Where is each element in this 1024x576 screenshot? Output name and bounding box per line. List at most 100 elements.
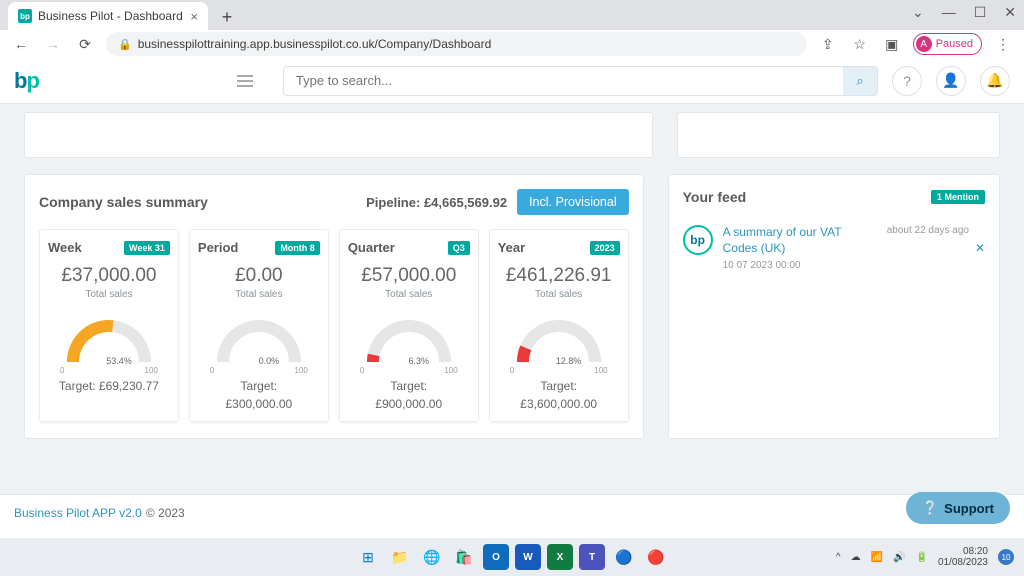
- dismiss-icon[interactable]: ✕: [975, 241, 985, 255]
- chevron-down-icon[interactable]: ⌄: [912, 4, 924, 21]
- tile-subtext: Total sales: [48, 289, 170, 300]
- user-icon: 👤: [942, 72, 959, 89]
- mention-badge[interactable]: 1 Mention: [931, 190, 985, 204]
- tile-amount: £0.00: [198, 265, 320, 287]
- back-button[interactable]: ←: [10, 33, 32, 55]
- gauge: 6.3%: [348, 314, 470, 372]
- bell-icon: 🔔: [986, 72, 1003, 89]
- cloud-icon[interactable]: ☁: [851, 552, 861, 563]
- support-button[interactable]: ❔ Support: [906, 492, 1010, 524]
- extensions-icon[interactable]: ▣: [881, 33, 903, 55]
- tile-target: Target:: [348, 379, 470, 393]
- tile-label: Year: [498, 240, 525, 255]
- search-button[interactable]: ⌕: [843, 67, 877, 95]
- sales-tile: Year 2023 £461,226.91 Total sales 12.8% …: [489, 229, 629, 422]
- tile-amount: £461,226.91: [498, 265, 620, 287]
- tile-amount: £37,000.00: [48, 265, 170, 287]
- outlook-icon[interactable]: O: [483, 544, 509, 570]
- your-feed-card: Your feed 1 Mention bp A summary of our …: [668, 174, 1000, 439]
- store-icon[interactable]: 🛍️: [451, 544, 477, 570]
- hamburger-icon[interactable]: [237, 70, 259, 92]
- tile-badge: Month 8: [275, 241, 320, 255]
- browser-chrome: bp Business Pilot - Dashboard × + ⌄ — ☐ …: [0, 0, 1024, 58]
- reload-button[interactable]: ⟳: [74, 33, 96, 55]
- feed-item-date: 10 07 2023 00:00: [723, 260, 863, 271]
- tile-target: Target:: [198, 379, 320, 393]
- tile-badge: Q3: [448, 241, 470, 255]
- start-icon[interactable]: ⊞: [355, 544, 381, 570]
- profile-paused[interactable]: A Paused: [913, 33, 982, 55]
- lock-icon: 🔒: [118, 38, 132, 51]
- address-bar[interactable]: 🔒 businesspilottraining.app.businesspilo…: [106, 32, 807, 56]
- tile-label: Week: [48, 240, 82, 255]
- word-icon[interactable]: W: [515, 544, 541, 570]
- tab-title: Business Pilot - Dashboard: [38, 9, 183, 23]
- app-viewport: bp ⌕ ? 👤 🔔 Company sales summary: [0, 58, 1024, 530]
- wifi-icon[interactable]: 📶: [871, 552, 883, 563]
- tile-target: Target:: [498, 379, 620, 393]
- close-icon[interactable]: ×: [190, 9, 198, 24]
- search-field[interactable]: ⌕: [283, 66, 878, 96]
- feed-item-title[interactable]: A summary of our VAT Codes (UK): [723, 225, 863, 256]
- windows-taskbar[interactable]: ⊞ 📁 🌐 🛍️ O W X T 🔵 🔴 ^ ☁ 📶 🔊 🔋 08:20 01/…: [0, 538, 1024, 576]
- share-icon[interactable]: ⇪: [817, 33, 839, 55]
- new-tab-button[interactable]: +: [214, 4, 240, 30]
- chrome-icon[interactable]: 🔵: [611, 544, 637, 570]
- feed-avatar: bp: [683, 225, 713, 255]
- feed-title: Your feed: [683, 189, 747, 205]
- app-topbar: bp ⌕ ? 👤 🔔: [0, 58, 1024, 104]
- clock[interactable]: 08:20 01/08/2023: [938, 546, 988, 568]
- tile-target: Target: £69,230.77: [48, 379, 170, 393]
- search-icon: ⌕: [856, 73, 863, 88]
- footer-app-link[interactable]: Business Pilot APP v2.0: [14, 506, 142, 520]
- placeholder-card-right: [677, 112, 1000, 158]
- pipeline-label: Pipeline: £4,665,569.92: [366, 195, 507, 210]
- gauge-pct: 6.3%: [348, 356, 470, 366]
- summary-title: Company sales summary: [39, 194, 208, 210]
- gauge: 53.4%: [48, 314, 170, 372]
- menu-icon[interactable]: ⋮: [992, 33, 1014, 55]
- tile-target-value: £3,600,000.00: [498, 397, 620, 411]
- help-icon: ❔: [922, 500, 938, 516]
- company-sales-summary: Company sales summary Pipeline: £4,665,5…: [24, 174, 644, 439]
- minimize-icon[interactable]: —: [942, 4, 956, 21]
- explorer-icon[interactable]: 📁: [387, 544, 413, 570]
- gauge: 0.0%: [198, 314, 320, 372]
- search-input[interactable]: [284, 73, 843, 88]
- browser-tab[interactable]: bp Business Pilot - Dashboard ×: [8, 2, 208, 30]
- sales-tile: Period Month 8 £0.00 Total sales 0.0% 01…: [189, 229, 329, 422]
- maximize-icon[interactable]: ☐: [974, 4, 987, 21]
- tile-target-value: £300,000.00: [198, 397, 320, 411]
- feed-item[interactable]: bp A summary of our VAT Codes (UK) 10 07…: [683, 225, 985, 271]
- volume-icon[interactable]: 🔊: [893, 552, 905, 563]
- incl-provisional-button[interactable]: Incl. Provisional: [517, 189, 629, 215]
- gauge-pct: 53.4%: [48, 356, 170, 366]
- user-button[interactable]: 👤: [936, 66, 966, 96]
- edge-icon[interactable]: 🌐: [419, 544, 445, 570]
- feed-item-time: about 22 days ago: [887, 225, 969, 236]
- favicon: bp: [18, 9, 32, 23]
- notification-count[interactable]: 10: [998, 549, 1014, 565]
- close-window-icon[interactable]: ✕: [1004, 4, 1016, 21]
- forward-button[interactable]: →: [42, 33, 64, 55]
- tile-badge: Week 31: [124, 241, 170, 255]
- app-footer: Business Pilot APP v2.0 © 2023 ❔ Support: [0, 494, 1024, 530]
- placeholder-card-left: [24, 112, 653, 158]
- battery-icon[interactable]: 🔋: [915, 552, 927, 563]
- notifications-button[interactable]: 🔔: [980, 66, 1010, 96]
- tile-target-value: £900,000.00: [348, 397, 470, 411]
- gauge: 12.8%: [498, 314, 620, 372]
- app-logo[interactable]: bp: [14, 68, 39, 94]
- system-tray[interactable]: ^ ☁ 📶 🔊 🔋 08:20 01/08/2023 10: [836, 546, 1014, 568]
- url-text: businesspilottraining.app.businesspilot.…: [138, 37, 492, 51]
- chrome-active-icon[interactable]: 🔴: [643, 544, 669, 570]
- excel-icon[interactable]: X: [547, 544, 573, 570]
- help-button[interactable]: ?: [892, 66, 922, 96]
- avatar: A: [916, 36, 932, 52]
- teams-icon[interactable]: T: [579, 544, 605, 570]
- tile-label: Quarter: [348, 240, 395, 255]
- footer-copyright: © 2023: [146, 506, 185, 520]
- chevron-up-icon[interactable]: ^: [836, 552, 841, 563]
- star-icon[interactable]: ☆: [849, 33, 871, 55]
- gauge-pct: 0.0%: [198, 356, 320, 366]
